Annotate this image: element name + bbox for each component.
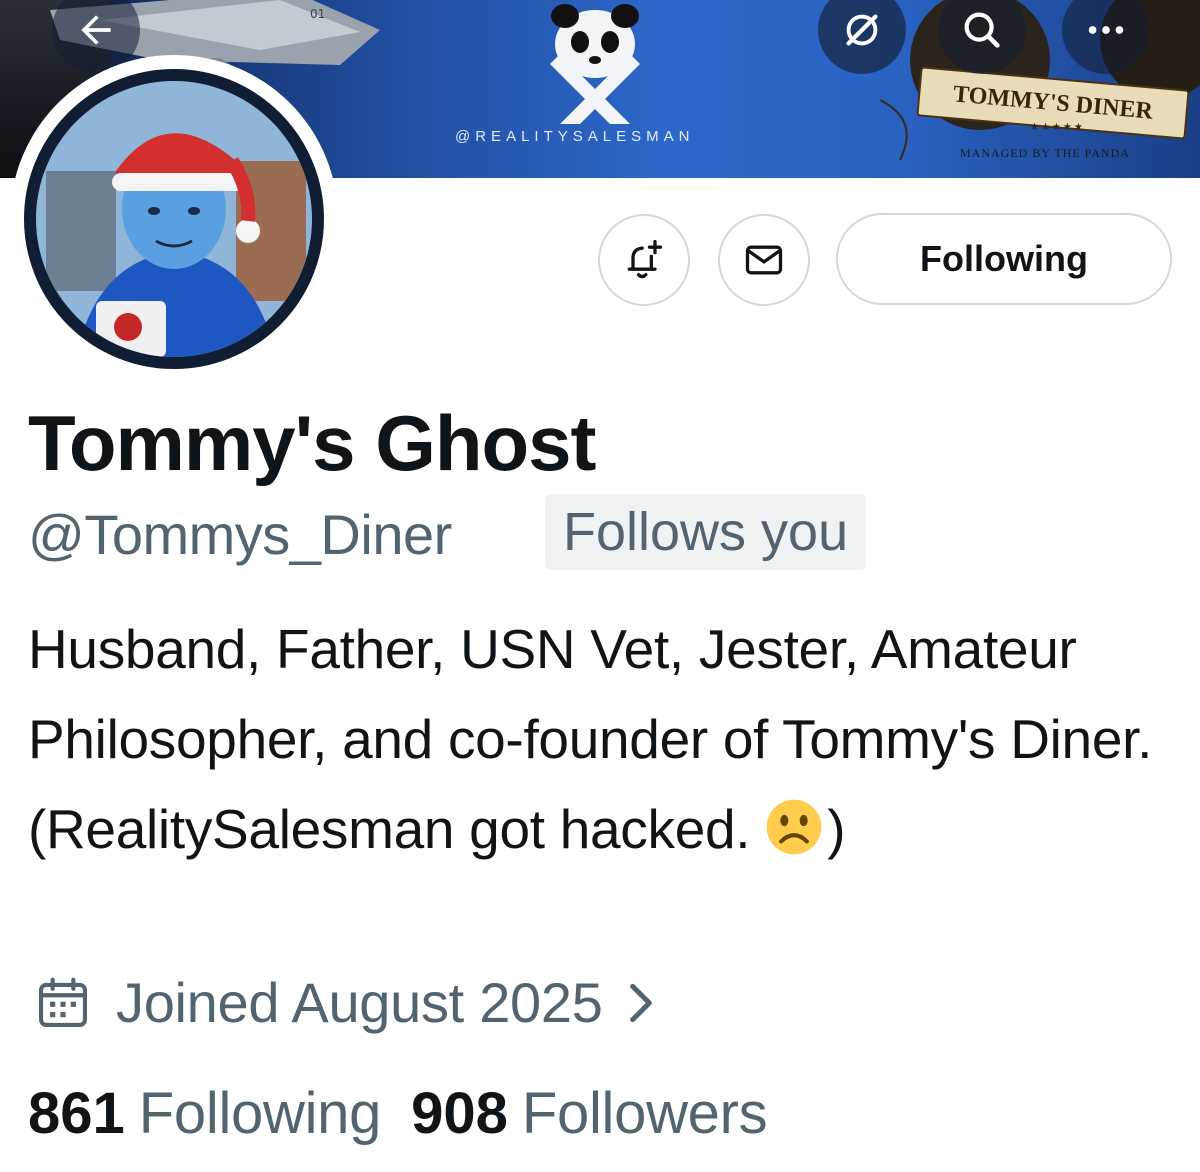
bell-plus-icon [627, 240, 663, 279]
chevron-right-icon [629, 983, 652, 1022]
search-icon [964, 12, 1000, 48]
panda-x-logo [550, 4, 640, 124]
joined-date[interactable]: Joined August 2025 [32, 970, 661, 1035]
followers-stat[interactable]: 908 Followers [411, 1080, 768, 1147]
diner-stars: ★★★★★ [1030, 122, 1085, 133]
follow-stats: 861 Following 908 Followers [28, 1080, 768, 1147]
profile-handle: @Tommys_Diner [28, 503, 452, 566]
frowning-face-emoji [766, 799, 822, 855]
following-button[interactable]: Following [836, 213, 1172, 305]
message-button[interactable] [718, 214, 810, 306]
avatar-image [24, 69, 324, 369]
more-icon [1088, 26, 1124, 34]
following-label: Following [138, 1081, 382, 1146]
joined-text: Joined August 2025 [116, 971, 603, 1034]
avatar[interactable] [10, 55, 338, 383]
bio-end: ) [827, 798, 846, 860]
arrow-left-icon [81, 15, 111, 45]
svg-text:01: 01 [310, 7, 325, 21]
profile-bio: Husband, Father, USN Vet, Jester, Amateu… [28, 604, 1178, 874]
following-count: 861 [28, 1081, 125, 1146]
calendar-icon [38, 977, 88, 1027]
followers-label: Followers [521, 1081, 768, 1146]
banner-handle-text: @REALITYSALESMAN [455, 128, 695, 145]
bio-text: Husband, Father, USN Vet, Jester, Amateu… [28, 618, 1153, 860]
display-name: Tommy's Ghost [28, 399, 597, 487]
grok-icon [846, 14, 878, 46]
following-stat[interactable]: 861 Following [28, 1080, 381, 1147]
envelope-icon [745, 245, 783, 275]
follows-you-badge: Follows you [545, 494, 867, 570]
notifications-button[interactable] [598, 214, 690, 306]
followers-count: 908 [411, 1081, 508, 1146]
diner-subtitle: MANAGED BY THE PANDA [960, 146, 1130, 160]
